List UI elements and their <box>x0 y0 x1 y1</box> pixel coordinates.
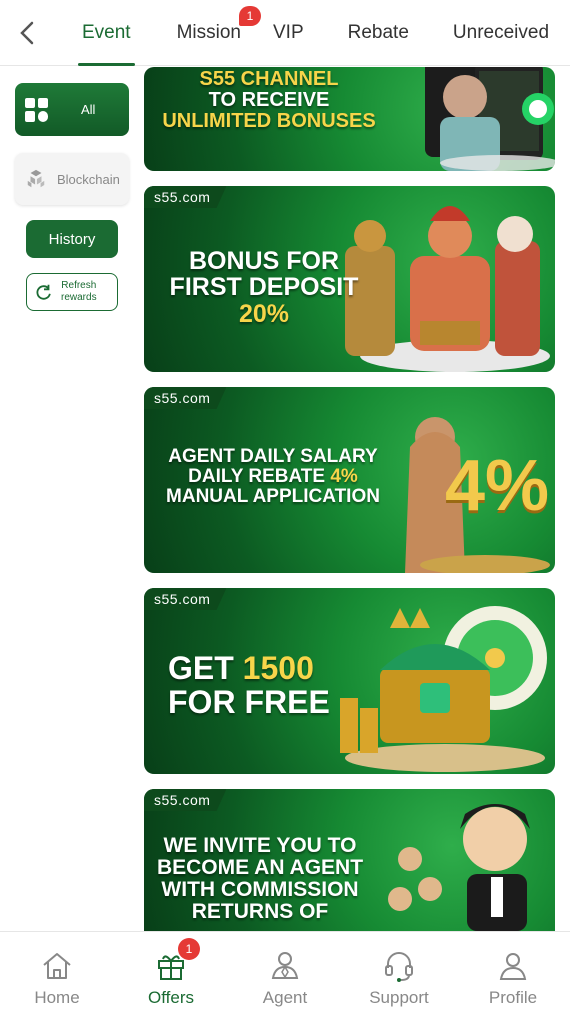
category-all-label: All <box>81 102 96 117</box>
refresh-rewards-button[interactable]: Refresh rewards <box>26 273 118 311</box>
nav-profile[interactable]: Profile <box>456 932 570 1024</box>
banner-line: BECOME AN AGENT <box>156 856 364 880</box>
tab-label: Event <box>82 21 131 43</box>
promo-banner-first-deposit[interactable]: s55.com BONUS FOR FIRST DEPOSIT 20% <box>144 186 555 372</box>
banner-highlight: 4% <box>330 465 358 487</box>
banner-text: WE INVITE YOU TO BECOME AN AGENT WITH CO… <box>150 834 370 924</box>
history-label: History <box>48 230 96 248</box>
banner-line: TO RECEIVE <box>208 89 330 111</box>
banner-text: S55 CHANNEL TO RECEIVE UNLIMITED BONUSES <box>154 69 384 132</box>
nav-offers[interactable]: Offers 1 <box>114 932 228 1024</box>
promo-banner-become-agent[interactable]: s55.com WE INVITE YOU TO BECOME AN AGENT… <box>144 789 555 931</box>
refresh-label: Refresh rewards <box>61 280 97 304</box>
top-tab-bar: Event Mission 1 VIP Rebate Unreceived <box>0 0 570 66</box>
banner-highlight: 1500 <box>242 650 314 686</box>
banner-text: AGENT DAILY SALARY DAILY REBATE 4% MANUA… <box>148 447 398 507</box>
banner-text: BONUS FOR FIRST DEPOSIT 20% <box>164 248 364 327</box>
back-icon[interactable] <box>0 0 54 66</box>
agent-icon <box>271 952 299 979</box>
site-tag: s55.com <box>144 789 227 811</box>
promo-banner-get-1500[interactable]: s55.com GET 1500 FOR FREE <box>144 588 555 774</box>
banner-line: DAILY REBATE <box>188 465 331 487</box>
banner-line: BONUS FOR <box>189 247 339 275</box>
nav-home[interactable]: Home <box>0 932 114 1024</box>
banner-line: FIRST DEPOSIT <box>169 273 359 302</box>
tab-unreceived[interactable]: Unreceived <box>439 0 563 66</box>
tab-vip[interactable]: VIP <box>259 0 318 66</box>
profile-icon <box>499 953 527 980</box>
category-blockchain-button[interactable]: Blockchain <box>15 153 129 205</box>
nav-label: Support <box>369 988 429 1007</box>
tab-event[interactable]: Event <box>68 0 145 66</box>
banner-line: MANUAL APPLICATION <box>166 485 380 507</box>
refresh-icon <box>36 284 51 300</box>
nav-label: Home <box>34 988 80 1007</box>
nav-label: Profile <box>488 988 538 1007</box>
site-tag: s55.com <box>144 387 227 409</box>
banner-line: WITH COMMISSION <box>161 878 359 902</box>
banner-line: RETURNS OF <box>191 900 329 924</box>
refresh-label-line1: Refresh <box>61 280 97 291</box>
agent-character-illustration <box>388 804 530 931</box>
promo-banner-channel[interactable]: S55 CHANNEL TO RECEIVE UNLIMITED BONUSES <box>144 67 555 171</box>
phone-illustration <box>425 67 555 171</box>
tab-label: Unreceived <box>452 21 550 43</box>
tab-label: Rebate <box>347 21 409 43</box>
banner-line: UNLIMITED BONUSES <box>162 110 376 132</box>
banner-line: 20% <box>238 299 290 328</box>
tab-label: VIP <box>273 21 304 43</box>
home-icon <box>43 953 71 979</box>
app-root: Event Mission 1 VIP Rebate Unreceived Al… <box>0 0 570 1024</box>
headset-icon <box>385 952 413 982</box>
site-tag: s55.com <box>144 588 227 610</box>
big-percent: 4% <box>444 446 549 526</box>
banner-line: WE INVITE YOU TO <box>163 834 357 857</box>
tab-rebate[interactable]: Rebate <box>334 0 423 66</box>
banner-line: AGENT DAILY SALARY <box>168 446 378 467</box>
refresh-label-line2: rewards <box>61 292 97 303</box>
banner-text: GET 1500 FOR FREE <box>168 650 358 720</box>
category-sidebar: All Blockchain History Refresh rewards <box>0 67 140 931</box>
nav-label: Agent <box>262 988 308 1007</box>
banner-line: FOR FREE <box>168 683 330 720</box>
mission-badge: 1 <box>239 5 261 26</box>
banner-line: S55 CHANNEL <box>199 68 339 90</box>
bottom-nav: Home Offers 1 Agent Support Profile <box>0 931 570 1024</box>
nav-agent[interactable]: Agent <box>228 932 342 1024</box>
banner-line: GET <box>168 650 243 686</box>
tab-list: Event Mission 1 VIP Rebate Unreceived <box>54 0 563 66</box>
history-button[interactable]: History <box>26 220 118 258</box>
promo-banner-agent-salary[interactable]: s55.com 4% AGENT DAILY SALARY DAILY REBA… <box>144 387 555 573</box>
tab-label: Mission <box>176 21 241 43</box>
nav-label: Offers <box>148 988 194 1007</box>
grid-icon <box>25 97 49 122</box>
tab-mission[interactable]: Mission 1 <box>163 0 261 66</box>
site-tag: s55.com <box>144 186 227 208</box>
category-blockchain-label: Blockchain <box>57 171 120 187</box>
treasure-chest-illustration <box>340 606 547 772</box>
offers-badge: 1 <box>178 938 200 960</box>
blockchain-icon <box>27 169 45 188</box>
nav-support[interactable]: Support <box>342 932 456 1024</box>
category-all-button[interactable]: All <box>15 83 129 136</box>
